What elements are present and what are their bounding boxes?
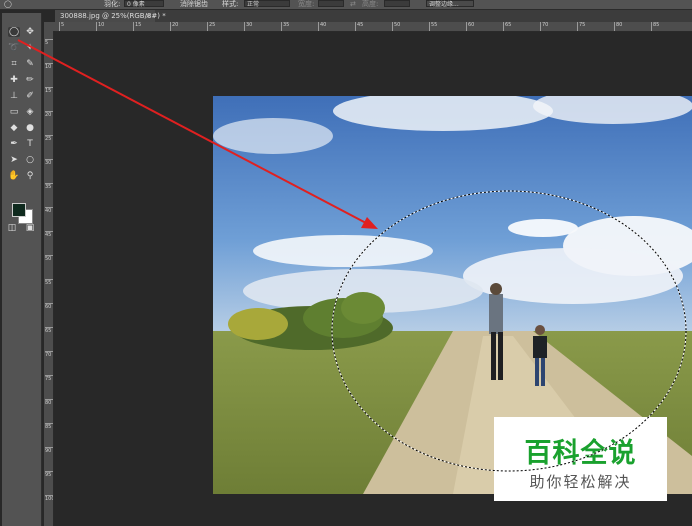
ruler-tick-label: 25	[207, 22, 215, 31]
ruler-tick-label: 80	[614, 22, 622, 31]
ruler-tick-label: 20	[170, 22, 178, 31]
antialias-checkbox[interactable]: 消除锯齿	[180, 0, 208, 8]
ruler-tick-label: 55	[45, 279, 53, 286]
ruler-tick-label: 50	[392, 22, 400, 31]
shape-icon[interactable]: ○	[24, 155, 36, 165]
magic-wand-icon[interactable]: ✦	[24, 43, 36, 53]
text-icon[interactable]: T	[24, 139, 36, 149]
ruler-tick-label: 60	[466, 22, 474, 31]
ruler-tick-label: 30	[45, 159, 53, 166]
zoom-icon[interactable]: ⚲	[24, 171, 36, 181]
tool-preset-icon[interactable]: ◯	[4, 0, 12, 8]
ruler-tick-label: 55	[429, 22, 437, 31]
lasso-icon[interactable]: ➰	[8, 43, 20, 53]
close-tab-icon[interactable]: ×	[145, 10, 151, 22]
ruler-tick-label: 85	[651, 22, 659, 31]
ruler-tick-label: 45	[45, 231, 53, 238]
hand-icon[interactable]: ✋	[8, 171, 20, 181]
crop-icon[interactable]: ⌗	[8, 59, 20, 69]
ruler-tick-label: 15	[133, 22, 141, 31]
ruler-tick-label: 95	[45, 471, 53, 478]
feather-input[interactable]: 0 像素	[124, 0, 164, 8]
ruler-tick-label: 10	[45, 63, 53, 70]
stamp-icon[interactable]: ⊥	[8, 91, 20, 101]
ruler-corner	[44, 22, 55, 31]
ruler-tick-label: 90	[45, 447, 53, 454]
ruler-tick-label: 5	[45, 39, 53, 46]
height-input[interactable]	[384, 0, 410, 7]
style-label: 样式:	[222, 0, 239, 8]
ruler-tick-label: 45	[355, 22, 363, 31]
ruler-tick-label: 5	[59, 22, 64, 31]
ruler-tick-label: 40	[45, 207, 53, 214]
move-icon[interactable]: ✥	[24, 27, 36, 37]
bucket-icon[interactable]: ◈	[24, 107, 36, 117]
watermark-title: 百科全说	[524, 438, 637, 469]
ruler-tick-label: 85	[45, 423, 53, 430]
toolbox: ◫ ▣ ◯ ✥ ➰ ✦ ⌗ ✎ ✚ ✏ ⊥ ✐ ▭ ◈ ◆ ● ✒ T ➤ ○ ✋ ⚲	[2, 13, 42, 526]
elliptical-marquee-icon[interactable]: ◯	[8, 27, 20, 37]
ruler-tick-label: 70	[540, 22, 548, 31]
quick-mask-icon[interactable]: ◫	[6, 223, 18, 233]
options-bar: ◯ 羽化: 0 像素 消除锯齿 样式: 正常 宽度: ⇄ 高度: 调整边缘...	[0, 0, 692, 10]
watermark-subtitle: 助你轻松解决	[529, 473, 632, 491]
ruler-tick-label: 20	[45, 111, 53, 118]
vertical-ruler[interactable]: 5 10 15 20 25 30 35 40 45 50 55 60 65 70 75 80 85 90 95 100	[44, 31, 54, 526]
ruler-tick-label: 50	[45, 255, 53, 262]
ruler-tick-label: 40	[318, 22, 326, 31]
eraser-icon[interactable]: ▭	[8, 107, 20, 117]
ruler-tick-label: 80	[45, 399, 53, 406]
ruler-tick-label: 65	[45, 327, 53, 334]
dodge-icon[interactable]: ●	[24, 123, 36, 133]
ruler-tick-label: 10	[96, 22, 104, 31]
refine-edge-button[interactable]: 调整边缘...	[426, 0, 474, 8]
document-tab[interactable]: 300888.jpg @ 25%(RGB/8#) * ×	[55, 10, 166, 22]
ruler-tick-label: 100	[45, 495, 54, 502]
foreground-color-swatch[interactable]	[12, 203, 26, 217]
ruler-tick-label: 15	[45, 87, 53, 94]
ruler-tick-label: 35	[281, 22, 289, 31]
blur-icon[interactable]: ◆	[8, 123, 20, 133]
ruler-tick-label: 75	[577, 22, 585, 31]
height-label: 高度:	[362, 0, 379, 8]
style-select[interactable]: 正常	[244, 0, 290, 8]
swap-icon[interactable]: ⇄	[350, 0, 356, 8]
width-label: 宽度:	[298, 0, 315, 8]
path-select-icon[interactable]: ➤	[8, 155, 20, 165]
screen-mode-icon[interactable]: ▣	[24, 223, 36, 233]
horizontal-ruler[interactable]: 5 10 15 20 25 30 35 40 45 50 55 60 65 70 75 80 85	[55, 22, 692, 32]
ruler-tick-label: 70	[45, 351, 53, 358]
document-tab-bar: 300888.jpg @ 25%(RGB/8#) * ×	[55, 10, 692, 22]
pen-icon[interactable]: ✒	[8, 139, 20, 149]
ruler-tick-label: 35	[45, 183, 53, 190]
ruler-tick-label: 60	[45, 303, 53, 310]
width-input[interactable]	[318, 0, 344, 7]
eyedropper-icon[interactable]: ✎	[24, 59, 36, 69]
ruler-tick-label: 25	[45, 135, 53, 142]
healing-icon[interactable]: ✚	[8, 75, 20, 85]
history-brush-icon[interactable]: ✐	[24, 91, 36, 101]
ruler-tick-label: 30	[244, 22, 252, 31]
brush-icon[interactable]: ✏	[24, 75, 36, 85]
feather-label: 羽化:	[104, 0, 121, 8]
ruler-tick-label: 65	[503, 22, 511, 31]
watermark: 百科全说 助你轻松解决	[494, 417, 667, 501]
ruler-tick-label: 75	[45, 375, 53, 382]
